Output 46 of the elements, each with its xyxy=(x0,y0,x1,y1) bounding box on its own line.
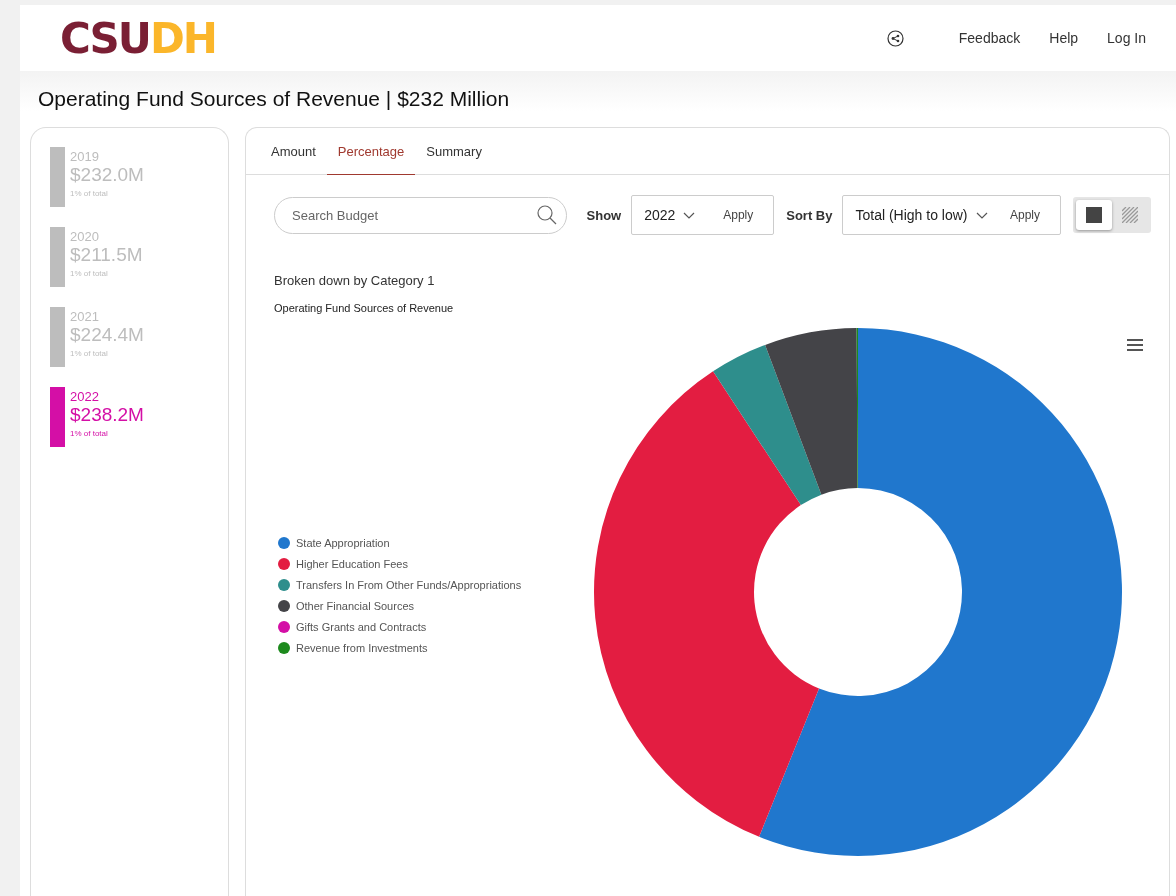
year-dropdown[interactable]: 2022 xyxy=(644,207,696,223)
year-label: 2021 xyxy=(70,309,100,324)
legend-label[interactable]: Gifts Grants and Contracts xyxy=(296,621,427,633)
search-icon[interactable] xyxy=(536,204,557,225)
year-amount: $224.4M xyxy=(70,324,144,346)
year-label: 2022 xyxy=(70,389,100,404)
nav-link[interactable]: Feedback xyxy=(958,30,1021,46)
solid-view-button[interactable] xyxy=(1076,200,1112,230)
share-icon[interactable] xyxy=(886,29,904,47)
legend-label[interactable]: Revenue from Investments xyxy=(296,642,428,654)
legend-label[interactable]: Other Financial Sources xyxy=(296,600,414,612)
year-share: 1% of total xyxy=(70,429,109,438)
chevron-icon xyxy=(683,211,696,219)
page-title: Operating Fund Sources of Revenue | $232 Million xyxy=(38,87,511,111)
apply-button[interactable]: Apply xyxy=(723,208,754,222)
year-amount: $211.5M xyxy=(70,244,143,266)
year-share: 1% of total xyxy=(70,349,109,358)
tab[interactable]: Amount xyxy=(260,128,327,175)
sort-label: Sort By xyxy=(786,207,833,223)
chart-title: Operating Fund Sources of Revenue xyxy=(274,302,455,314)
year-label: 2019 xyxy=(70,149,100,164)
show-label: Show xyxy=(586,207,622,223)
legend-label[interactable]: Higher Education Fees xyxy=(296,558,408,570)
year-label: 2020 xyxy=(70,229,100,244)
donut-slice[interactable] xyxy=(759,328,1122,856)
sort-dropdown[interactable]: Total (High to low) xyxy=(855,207,988,223)
legend-label[interactable]: State Appropriation xyxy=(296,537,390,549)
site-logo[interactable]: CSUDH xyxy=(60,13,216,63)
donut-slice[interactable] xyxy=(765,328,858,495)
chevron-icon xyxy=(975,211,988,219)
apply-button[interactable]: Apply xyxy=(1009,208,1040,222)
year-amount: $238.2M xyxy=(70,404,144,426)
menu-icon[interactable] xyxy=(1127,338,1143,352)
tab[interactable]: Percentage xyxy=(326,128,416,175)
year-share: 1% of total xyxy=(70,269,109,278)
year-share: 1% of total xyxy=(70,189,109,198)
solid-square-icon xyxy=(1086,207,1102,223)
donut-slice[interactable] xyxy=(713,344,822,506)
nav-link[interactable]: Help xyxy=(1049,30,1079,46)
breakdown-label: Broken down by Category 1 xyxy=(274,273,436,288)
tab[interactable]: Summary xyxy=(415,128,493,175)
donut-slice[interactable] xyxy=(594,371,820,837)
nav-link[interactable]: Log In xyxy=(1107,30,1146,46)
year-amount: $232.0M xyxy=(70,164,144,186)
legend-label[interactable]: Transfers In From Other Funds/Appropriations xyxy=(296,579,522,591)
search-field[interactable]: Search Budget xyxy=(274,196,567,234)
